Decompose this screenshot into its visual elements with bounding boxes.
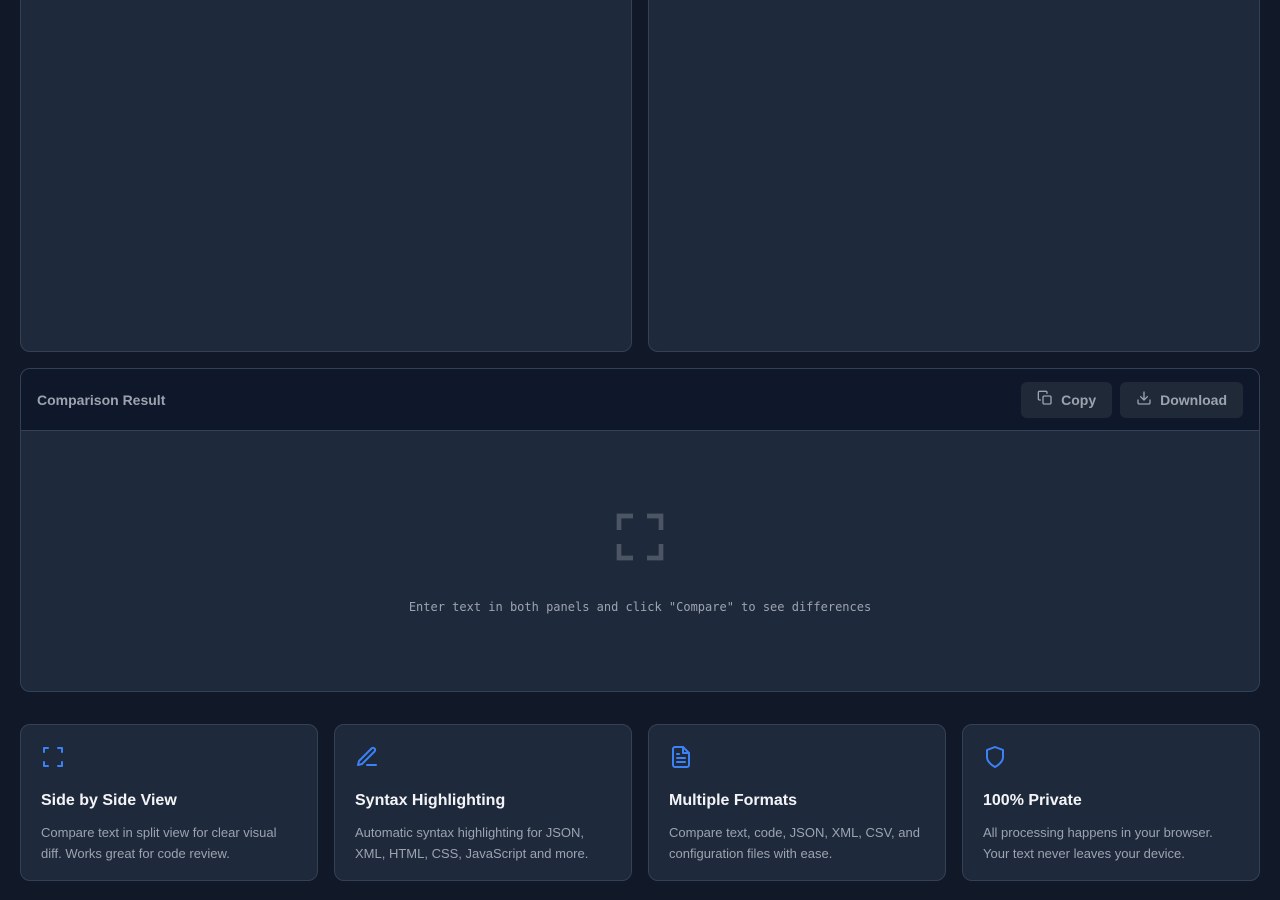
- original-text-panel: [20, 0, 632, 352]
- result-title: Comparison Result: [37, 391, 166, 408]
- download-button[interactable]: Download: [1120, 381, 1243, 418]
- shield-icon: [983, 746, 1007, 773]
- copy-button[interactable]: Copy: [1021, 381, 1113, 418]
- expand-icon: [612, 509, 668, 570]
- feature-card-private: 100% Private All processing happens in y…: [962, 724, 1260, 881]
- copy-icon: [1037, 390, 1053, 409]
- feature-description: Automatic syntax highlighting for JSON, …: [355, 825, 589, 861]
- feature-cards: Side by Side View Compare text in split …: [20, 724, 1260, 881]
- expand-icon: [41, 747, 65, 773]
- modified-text-input[interactable]: [649, 0, 1259, 351]
- modified-text-panel: [648, 0, 1260, 352]
- feature-title: Side by Side View: [41, 792, 177, 809]
- result-empty-state: Enter text in both panels and click "Com…: [21, 431, 1259, 691]
- original-text-input[interactable]: [21, 0, 631, 351]
- download-label: Download: [1160, 391, 1227, 408]
- result-actions: Copy Download: [1021, 381, 1243, 418]
- feature-description: Compare text in split view for clear vis…: [41, 825, 277, 861]
- pencil-icon: [355, 746, 379, 773]
- feature-title: 100% Private: [983, 792, 1082, 809]
- feature-card-side-by-side: Side by Side View Compare text in split …: [20, 724, 318, 881]
- feature-title: Multiple Formats: [669, 792, 798, 809]
- feature-card-syntax-highlighting: Syntax Highlighting Automatic syntax hig…: [334, 724, 632, 881]
- page: Comparison Result Copy Download Enter te…: [0, 0, 1280, 900]
- feature-description: All processing happens in your browser. …: [983, 825, 1213, 861]
- file-text-icon: [669, 746, 693, 773]
- feature-title: Syntax Highlighting: [355, 792, 506, 809]
- comparison-result-panel: Comparison Result Copy Download Enter te…: [20, 368, 1260, 692]
- empty-state-message: Enter text in both panels and click "Com…: [408, 599, 872, 614]
- feature-card-multiple-formats: Multiple Formats Compare text, code, JSO…: [648, 724, 946, 881]
- feature-description: Compare text, code, JSON, XML, CSV, and …: [669, 825, 920, 861]
- download-icon: [1136, 390, 1152, 409]
- copy-label: Copy: [1061, 391, 1097, 408]
- result-header: Comparison Result Copy Download: [21, 369, 1259, 431]
